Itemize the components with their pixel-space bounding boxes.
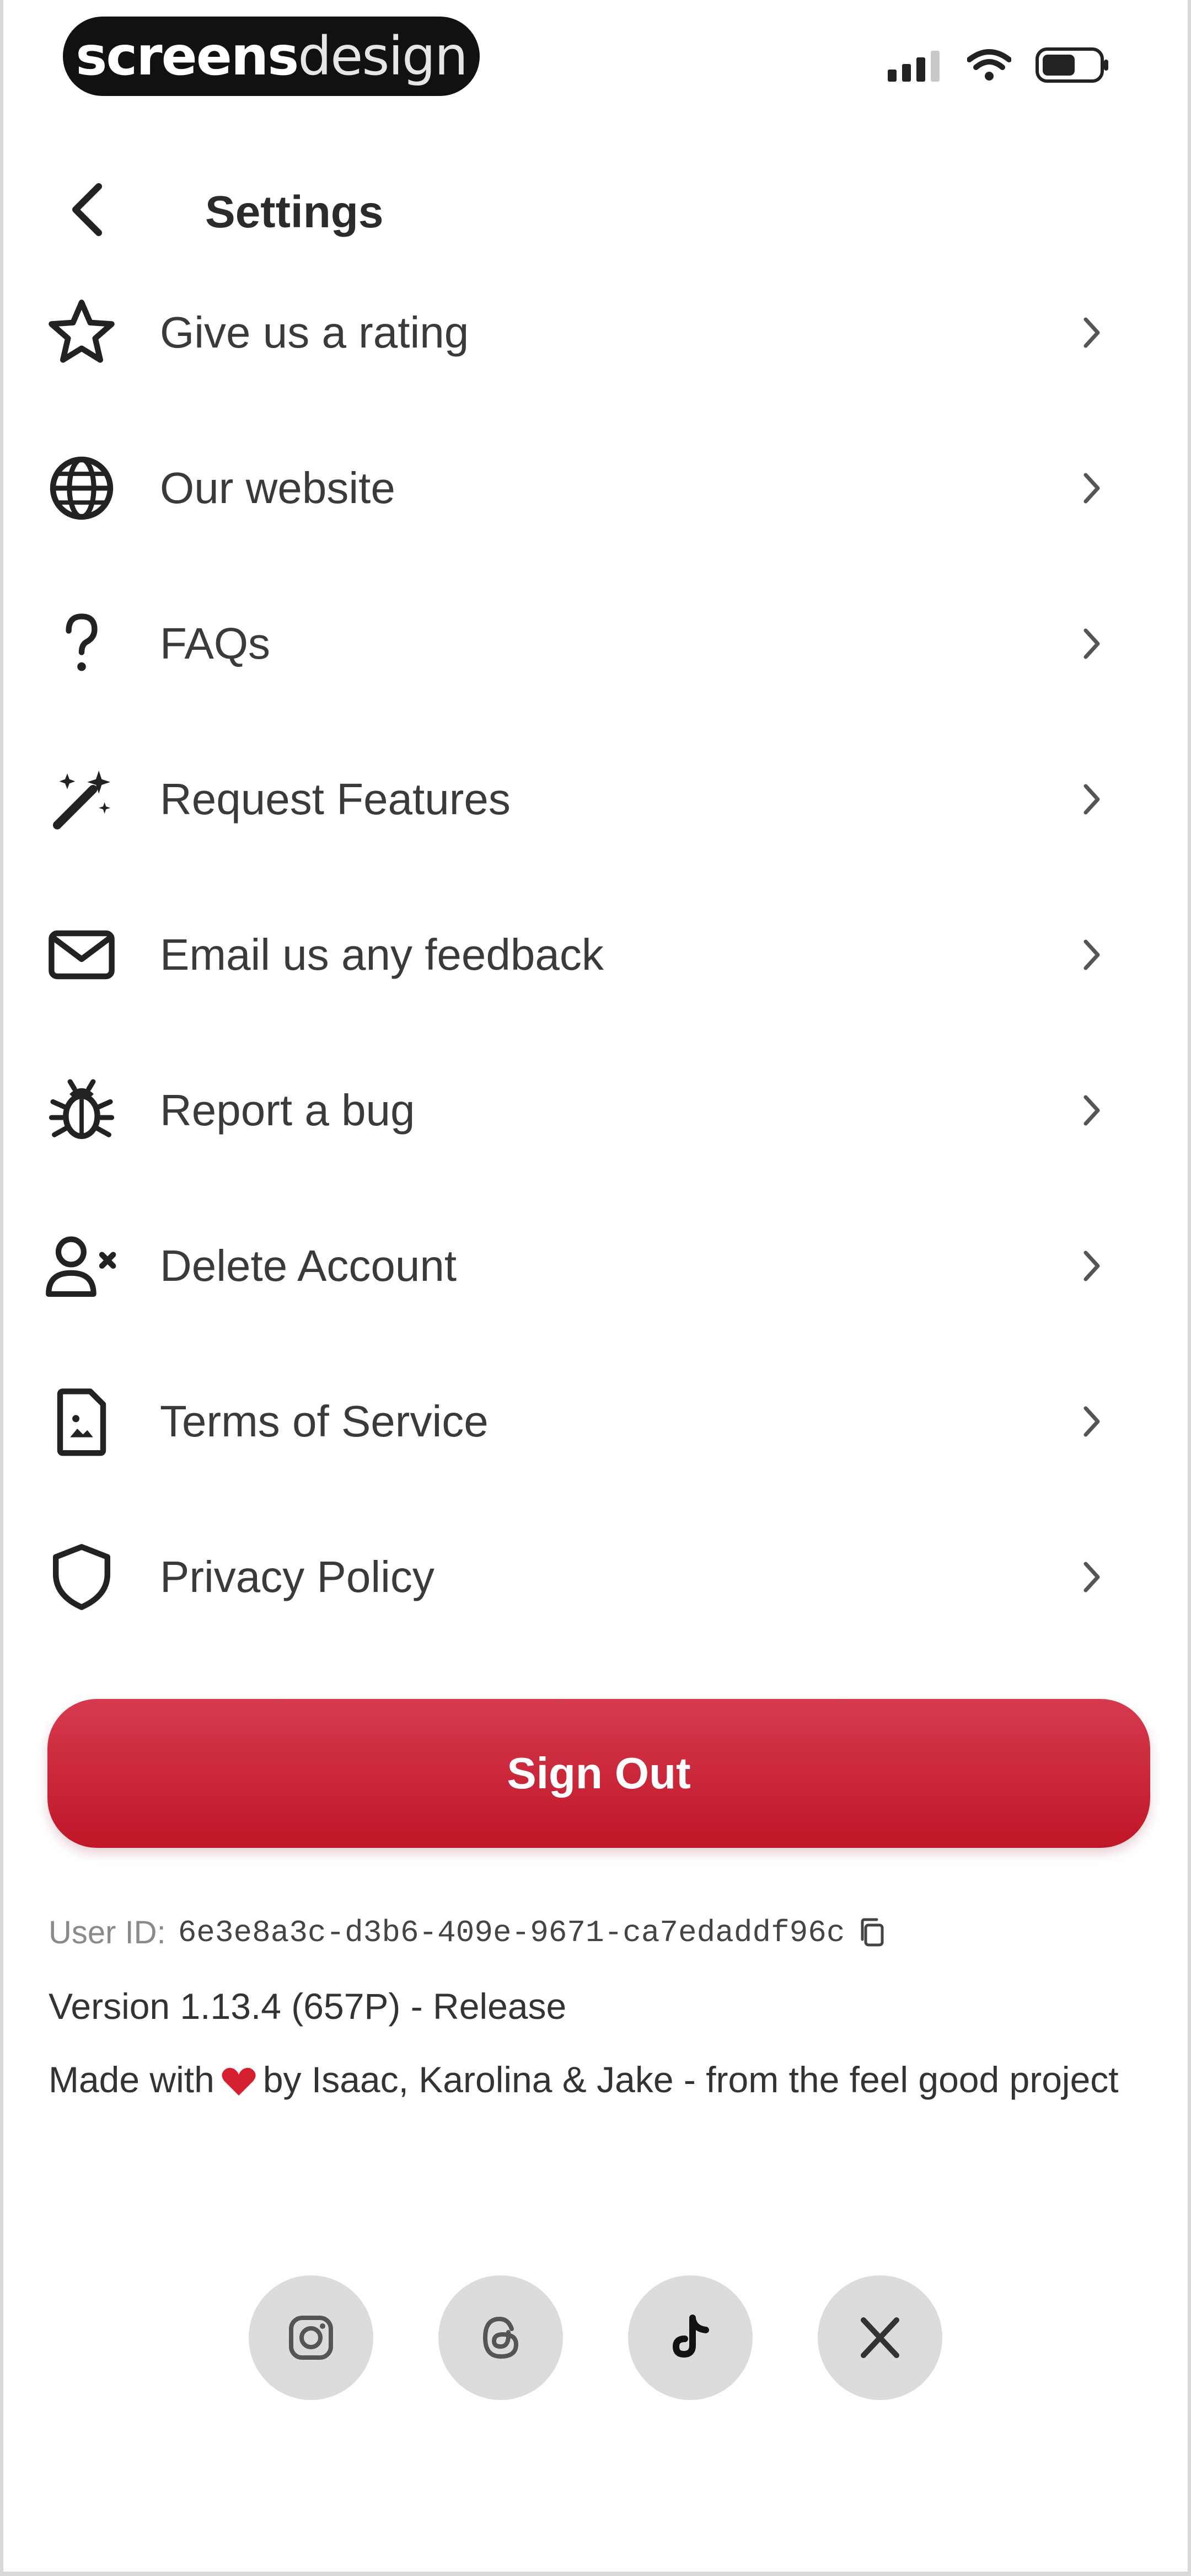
back-button[interactable]	[54, 177, 120, 243]
menu-item-email-feedback[interactable]: Email us any feedback	[3, 877, 1188, 1033]
copy-icon[interactable]	[856, 1916, 889, 1949]
chevron-right-icon	[1072, 780, 1110, 819]
globe-icon	[43, 450, 120, 527]
status-icons	[888, 47, 1110, 83]
menu-item-request-features[interactable]: Request Features	[3, 722, 1188, 877]
threads-button[interactable]	[438, 2275, 563, 2400]
menu-item-terms-of-service[interactable]: Terms of Service	[3, 1344, 1188, 1499]
menu-item-give-rating[interactable]: Give us a rating	[3, 255, 1188, 410]
chevron-right-icon	[1072, 313, 1110, 352]
menu-item-delete-account[interactable]: Delete Account	[3, 1188, 1188, 1344]
brand-bold: screens	[76, 25, 299, 87]
social-links	[3, 2275, 1188, 2400]
chevron-right-icon	[1072, 469, 1110, 507]
chevron-right-icon	[1072, 1091, 1110, 1130]
menu-item-label: Give us a rating	[160, 308, 469, 357]
tiktok-button[interactable]	[628, 2275, 753, 2400]
menu-item-report-bug[interactable]: Report a bug	[3, 1033, 1188, 1188]
chevron-right-icon	[1072, 1402, 1110, 1441]
chevron-right-icon	[1072, 624, 1110, 663]
user-id-label: User ID:	[49, 1915, 166, 1950]
menu-item-label: Report a bug	[160, 1086, 415, 1135]
tiktok-icon	[672, 2315, 709, 2358]
bug-icon	[43, 1072, 120, 1149]
chevron-right-icon	[1072, 936, 1110, 974]
settings-screen: screens design Settings Give us a rating…	[0, 0, 1191, 2576]
page-title: Settings	[205, 187, 384, 237]
shield-icon	[43, 1538, 120, 1616]
mail-icon	[43, 916, 120, 993]
user-remove-icon	[43, 1227, 120, 1305]
menu-item-label: Our website	[160, 463, 395, 512]
menu-item-label: Delete Account	[160, 1241, 457, 1290]
status-bar: screens design	[3, 0, 1188, 121]
menu-item-label: Terms of Service	[160, 1397, 489, 1446]
menu-item-privacy-policy[interactable]: Privacy Policy	[3, 1499, 1188, 1655]
menu-item-label: Privacy Policy	[160, 1552, 434, 1601]
settings-menu: Give us a rating Our website FAQs Reques…	[3, 255, 1188, 1655]
menu-item-label: FAQs	[160, 619, 271, 668]
brand-logo: screens design	[63, 17, 480, 96]
star-icon	[43, 294, 120, 371]
cellular-signal-icon	[888, 51, 940, 82]
instagram-button[interactable]	[249, 2275, 373, 2400]
document-icon	[43, 1383, 120, 1460]
menu-item-label: Request Features	[160, 774, 511, 824]
user-id-value: 6e3e8a3c-d3b6-409e-9671-ca7edaddf96c	[178, 1915, 845, 1950]
sign-out-button[interactable]: Sign Out	[47, 1699, 1150, 1848]
magic-wand-icon	[43, 761, 120, 838]
user-id-row: User ID: 6e3e8a3c-d3b6-409e-9671-ca7edad…	[49, 1914, 1146, 1951]
chevron-right-icon	[1072, 1247, 1110, 1285]
chevron-right-icon	[1072, 1558, 1110, 1596]
menu-item-faqs[interactable]: FAQs	[3, 566, 1188, 722]
version-text: Version 1.13.4 (657P) - Release	[49, 1986, 567, 2027]
menu-item-our-website[interactable]: Our website	[3, 410, 1188, 566]
credits-text: Made with by Isaac, Karolina & Jake - fro…	[49, 2051, 1146, 2113]
wifi-icon	[967, 49, 1011, 81]
threads-icon	[482, 2316, 519, 2359]
credits-prefix: Made with	[49, 2059, 214, 2100]
heart-icon	[220, 2057, 257, 2113]
header: Settings	[3, 165, 1188, 254]
instagram-icon	[289, 2316, 333, 2360]
menu-item-label: Email us any feedback	[160, 930, 604, 979]
app-info: User ID: 6e3e8a3c-d3b6-409e-9671-ca7edad…	[49, 1914, 1146, 2113]
question-icon	[43, 605, 120, 682]
chevron-left-icon	[72, 183, 102, 236]
x-icon	[861, 2317, 899, 2358]
brand-light: design	[298, 25, 468, 87]
battery-icon	[1036, 47, 1108, 83]
x-button[interactable]	[818, 2275, 942, 2400]
credits-suffix: by Isaac, Karolina & Jake - from the fee…	[262, 2059, 1119, 2100]
